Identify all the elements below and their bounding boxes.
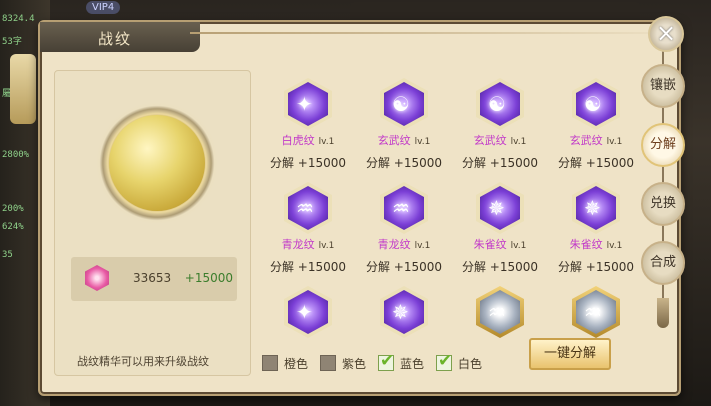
rune-name-row: 玄武纹 lv.1 — [550, 132, 642, 148]
rune-name-row — [262, 340, 354, 346]
rune-card[interactable]: ✵ 朱雀纹 lv.1 分解 +15000 — [550, 178, 642, 278]
essence-balance: 33653 +15000 — [71, 257, 237, 301]
rune-card[interactable]: ✵ 朱雀纹 lv.1 分解 +15000 — [454, 178, 546, 278]
panel-ornament — [190, 32, 690, 34]
rune-essence-pane: 33653 +15000 战纹精华可以用来升级战纹 — [54, 70, 251, 376]
filter-checkbox[interactable]: ✔ — [436, 351, 452, 371]
rune-level: lv.1 — [606, 241, 623, 251]
hud-stat: 2800% — [2, 150, 30, 160]
vip-badge: VIP4 — [86, 1, 121, 14]
filter-label: 紫色 — [342, 357, 367, 371]
check-icon: ✔ — [438, 351, 453, 371]
rune-glyph: ✦ — [296, 300, 313, 324]
panel-title: 战纹 — [98, 30, 133, 48]
rune-name: 玄武纹 — [473, 134, 507, 147]
rune-level: lv.1 — [510, 137, 527, 147]
rune-decompose-value: 分解 +15000 — [557, 156, 635, 170]
rune-name-row — [358, 340, 450, 346]
filter-label: 橙色 — [284, 357, 309, 371]
rune-glyph: ✵ — [584, 196, 601, 220]
essence-hint: 战纹精华可以用来升级战纹 — [77, 355, 209, 368]
rune-card[interactable]: ♒ 青龙纹 lv.1 分解 +15000 — [262, 178, 354, 278]
rune-decompose-value: 分解 +15000 — [461, 156, 539, 170]
rune-decompose-value: 分解 +15000 — [269, 156, 347, 170]
rune-glyph: ♒ — [392, 196, 410, 220]
side-tab[interactable]: 分解 — [641, 123, 685, 167]
rune-level: lv.1 — [414, 241, 431, 251]
panel-titlebar: 战纹 — [40, 22, 200, 52]
rune-glyph: ☯ — [392, 92, 410, 116]
rune-glyph: ☯ — [584, 92, 602, 116]
filter-checkbox[interactable]: ✔ — [378, 351, 394, 371]
rune-level: lv.1 — [318, 241, 335, 251]
rune-decompose-value: 分解 +15000 — [269, 260, 347, 274]
rune-panel: 战纹 33653 +15000 战纹精华可以用来升级战纹 ✦ 白虎纹 lv.1 分解 … — [38, 20, 690, 396]
rune-name: 朱雀纹 — [569, 238, 603, 251]
rune-card[interactable]: ♒ 青龙纹 lv.1 分解 +15000 — [358, 178, 450, 278]
filter-checkbox[interactable] — [320, 355, 336, 371]
crystal-icon — [85, 265, 109, 291]
one-key-decompose-button[interactable]: 一键分解 — [529, 338, 611, 370]
rune-card[interactable]: ♒ — [550, 282, 642, 346]
rune-name-row: 朱雀纹 lv.1 — [454, 236, 546, 252]
rune-glyph: ✦ — [296, 92, 313, 116]
rune-name-row: 青龙纹 lv.1 — [358, 236, 450, 252]
rune-name-row: 玄武纹 lv.1 — [358, 132, 450, 148]
side-tab[interactable]: 兑换 — [641, 182, 685, 226]
rune-glyph: ✵ — [392, 300, 409, 324]
rune-card[interactable]: ☯ 玄武纹 lv.1 分解 +15000 — [454, 74, 546, 174]
rune-card[interactable]: ✦ — [262, 282, 354, 346]
rune-name: 青龙纹 — [281, 238, 315, 251]
hud-stat: 35 — [2, 250, 13, 260]
hud-stat: 53字 — [2, 37, 22, 47]
lantern-decoration — [10, 54, 36, 124]
rune-glyph: ✵ — [488, 196, 505, 220]
side-tab[interactable]: 合成 — [641, 241, 685, 285]
rune-name: 朱雀纹 — [473, 238, 507, 251]
filter-label: 白色 — [458, 357, 483, 371]
essence-amount: 33653 — [133, 271, 172, 285]
rune-decompose-value: 分解 +15000 — [461, 260, 539, 274]
rune-level: lv.1 — [606, 137, 623, 147]
rune-card[interactable]: ✵ — [358, 282, 450, 346]
rune-decompose-value: 分解 +15000 — [365, 260, 443, 274]
rune-level: lv.1 — [414, 137, 431, 147]
rune-essence-orb — [109, 115, 205, 211]
rune-glyph: ♒ — [296, 196, 314, 220]
rune-name: 青龙纹 — [377, 238, 411, 251]
essence-gain: +15000 — [184, 271, 233, 285]
rune-card[interactable]: ♒ — [454, 282, 546, 346]
rune-card[interactable]: ☯ 玄武纹 lv.1 分解 +15000 — [358, 74, 450, 174]
rail-tassel — [657, 298, 669, 328]
hud-stat: 624% — [2, 222, 24, 232]
close-icon[interactable]: × — [648, 16, 684, 52]
rune-decompose-value: 分解 +15000 — [365, 156, 443, 170]
rune-level: lv.1 — [510, 241, 527, 251]
side-tab[interactable]: 镶嵌 — [641, 64, 685, 108]
filter-checkbox[interactable] — [262, 355, 278, 371]
rune-name-row: 白虎纹 lv.1 — [262, 132, 354, 148]
rune-card[interactable]: ☯ 玄武纹 lv.1 分解 +15000 — [550, 74, 642, 174]
rune-name-row: 朱雀纹 lv.1 — [550, 236, 642, 252]
rune-glyph: ♒ — [488, 300, 506, 324]
rune-glyph: ☯ — [488, 92, 506, 116]
rune-decompose-value: 分解 +15000 — [557, 260, 635, 274]
hud-stat: 200% — [2, 204, 24, 214]
rune-name: 玄武纹 — [377, 134, 411, 147]
check-icon: ✔ — [380, 351, 395, 371]
rune-name-row: 青龙纹 lv.1 — [262, 236, 354, 252]
rune-name: 白虎纹 — [281, 134, 315, 147]
rune-name: 玄武纹 — [569, 134, 603, 147]
rune-level: lv.1 — [318, 137, 335, 147]
rune-card[interactable]: ✦ 白虎纹 lv.1 分解 +15000 — [262, 74, 354, 174]
filter-label: 蓝色 — [400, 357, 425, 371]
rune-glyph: ♒ — [584, 300, 602, 324]
rune-grid: ✦ 白虎纹 lv.1 分解 +15000 ☯ 玄武纹 lv.1 分解 +15000 ☯ 玄武纹 lv… — [260, 70, 660, 346]
hud-stat: 8324.4 — [2, 14, 35, 24]
rune-name-row: 玄武纹 lv.1 — [454, 132, 546, 148]
